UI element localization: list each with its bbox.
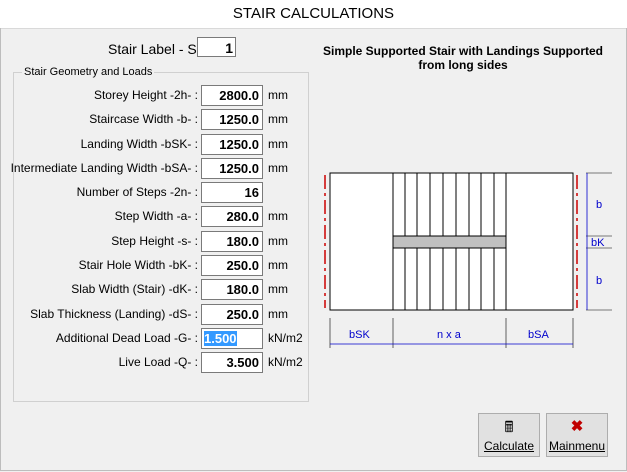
dim-nxa: n x a bbox=[437, 329, 462, 341]
calculate-button-label: Calculate bbox=[483, 439, 535, 453]
dim-bSK: bSK bbox=[349, 329, 370, 341]
dim-bSA: bSA bbox=[528, 329, 549, 341]
close-icon: ✖ bbox=[570, 418, 584, 435]
mainmenu-button[interactable]: ✖ Mainmenu bbox=[546, 413, 608, 457]
calculate-button[interactable]: 🖩 Calculate bbox=[478, 413, 540, 457]
stair-hole bbox=[392, 235, 507, 249]
dim-b-bottom: b bbox=[596, 275, 602, 287]
calculator-icon: 🖩 bbox=[504, 419, 514, 436]
stair-diagram: b bK b bSK n x a bSA bbox=[324, 172, 612, 348]
dim-b-top: b bbox=[596, 199, 602, 211]
dim-bK: bK bbox=[591, 237, 605, 249]
mainmenu-button-label: Mainmenu bbox=[548, 439, 606, 453]
